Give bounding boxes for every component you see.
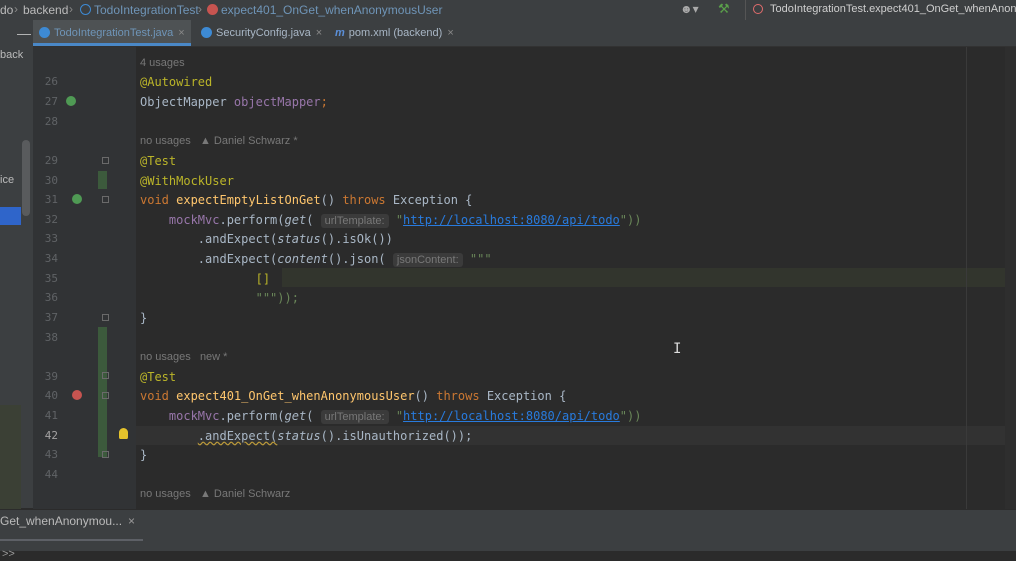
project-tree-selected-row[interactable] xyxy=(0,207,21,225)
editor-scrollbar[interactable] xyxy=(1005,47,1016,509)
line-number: 29 xyxy=(44,154,58,167)
breadcrumb-item-module[interactable]: backend xyxy=(23,3,68,17)
code-line-41[interactable]: mockMvc.perform(get( urlTemplate: "http:… xyxy=(140,408,641,424)
breadcrumb-item-method[interactable]: expect401_OnGet_whenAnonymousUser xyxy=(207,3,442,17)
code-line-30[interactable]: @WithMockUser xyxy=(140,173,234,189)
class-icon xyxy=(80,4,91,15)
code-line-40[interactable]: void expect401_OnGet_whenAnonymousUser()… xyxy=(140,388,566,404)
fold-icon[interactable] xyxy=(102,157,109,164)
breadcrumb-separator: › xyxy=(14,2,18,16)
line-number: 37 xyxy=(44,311,58,324)
line-number: 30 xyxy=(44,174,58,187)
fold-icon[interactable] xyxy=(102,196,109,203)
code-line-32[interactable]: mockMvc.perform(get( urlTemplate: "http:… xyxy=(140,212,641,228)
parameter-hint: jsonContent: xyxy=(392,253,463,267)
run-test-icon[interactable] xyxy=(72,194,82,204)
code-line-34[interactable]: .andExpect(content().json( jsonContent: … xyxy=(140,251,492,267)
project-tree-highlight xyxy=(0,405,21,515)
java-class-icon xyxy=(39,27,50,38)
line-number: 26 xyxy=(44,75,58,88)
code-line-26[interactable]: @Autowired xyxy=(140,74,212,90)
close-icon[interactable]: × xyxy=(128,514,135,528)
editor-tab-bar: TodoIntegrationTest.java × SecurityConfig… xyxy=(33,20,1016,47)
line-number: 38 xyxy=(44,331,58,344)
run-tool-window: Get_whenAnonymou... × >> xyxy=(0,509,1016,561)
author-icon: ▲ xyxy=(199,488,211,500)
fold-icon[interactable] xyxy=(102,392,109,399)
usage-hint[interactable]: 4 usages xyxy=(140,57,185,69)
line-number: 33 xyxy=(44,232,58,245)
fold-icon[interactable] xyxy=(102,314,109,321)
project-panel-label: back xyxy=(0,49,24,61)
code-line-27[interactable]: ObjectMapper objectMapper; xyxy=(140,94,328,110)
expand-icon[interactable]: >> xyxy=(2,548,15,560)
code-line-37[interactable]: } xyxy=(140,310,147,326)
line-number: 39 xyxy=(44,370,58,383)
run-tab[interactable]: Get_whenAnonymou... xyxy=(0,514,122,528)
fold-icon[interactable] xyxy=(102,372,109,379)
bean-navigation-icon[interactable] xyxy=(66,96,76,106)
parameter-hint: urlTemplate: xyxy=(320,410,389,424)
breadcrumb-item-class[interactable]: TodoIntegrationTest xyxy=(80,3,199,17)
line-number: 32 xyxy=(44,213,58,226)
close-icon[interactable]: × xyxy=(178,27,184,39)
code-line-39[interactable]: @Test xyxy=(140,369,176,385)
run-test-failed-icon[interactable] xyxy=(72,390,82,400)
right-margin-guide xyxy=(966,47,967,509)
usage-hint[interactable]: no usages ▲ Daniel Schwarz * xyxy=(140,135,298,147)
text-cursor-icon: I xyxy=(673,341,682,357)
code-line-42[interactable]: .andExpect(status().isUnauthorized()); xyxy=(140,428,473,444)
line-number: 31 xyxy=(44,193,58,206)
line-number: 34 xyxy=(44,252,58,265)
author-icon: ▲ xyxy=(199,135,211,147)
code-line-31[interactable]: void expectEmptyListOnGet() throws Excep… xyxy=(140,192,472,208)
run-tab-underline xyxy=(0,539,143,541)
line-number: 43 xyxy=(44,448,58,461)
tab-security-config[interactable]: SecurityConfig.java × xyxy=(201,20,322,46)
breadcrumb-separator: › xyxy=(198,2,202,16)
build-hammer-icon[interactable]: ⚒ xyxy=(718,1,730,17)
project-panel-scrollbar[interactable] xyxy=(22,140,30,216)
fold-icon[interactable] xyxy=(102,451,109,458)
code-line-35[interactable]: [] xyxy=(140,271,270,287)
vcs-change-marker[interactable] xyxy=(98,171,107,189)
usage-hint[interactable]: no usages ▲ Daniel Schwarz xyxy=(140,488,290,500)
close-icon[interactable]: × xyxy=(316,27,322,39)
line-number: 27 xyxy=(44,95,58,108)
run-configuration-selector[interactable]: TodoIntegrationTest.expect401_OnGet_when… xyxy=(745,0,1016,20)
breadcrumb-item-project[interactable]: do xyxy=(0,3,13,17)
code-line-29[interactable]: @Test xyxy=(140,153,176,169)
user-account-icon[interactable]: ☻▾ xyxy=(680,2,699,16)
line-number: 41 xyxy=(44,409,58,422)
lightbulb-icon[interactable] xyxy=(119,428,128,439)
test-config-icon xyxy=(753,4,763,14)
code-line-33[interactable]: .andExpect(status().isOk()) xyxy=(140,231,393,247)
line-number-current: 42 xyxy=(44,429,58,442)
line-number: 44 xyxy=(44,468,58,481)
line-number: 35 xyxy=(44,272,58,285)
line-number: 28 xyxy=(44,115,58,128)
code-line-36[interactable]: """)); xyxy=(140,290,299,306)
line-number: 40 xyxy=(44,389,58,402)
close-icon[interactable]: × xyxy=(447,27,453,39)
tab-pom-xml[interactable]: m pom.xml (backend) × xyxy=(335,20,454,46)
usage-hint[interactable]: no usages new * xyxy=(140,351,227,363)
maven-icon: m xyxy=(335,27,345,39)
method-icon xyxy=(207,4,218,15)
java-class-icon xyxy=(201,27,212,38)
breadcrumb-bar: do › backend › TodoIntegrationTest › exp… xyxy=(0,0,1016,21)
project-panel: back — ice xyxy=(0,20,34,515)
parameter-hint: urlTemplate: xyxy=(320,214,389,228)
breadcrumb-separator: › xyxy=(69,2,73,16)
json-injection-highlight xyxy=(282,268,1005,287)
code-line-43[interactable]: } xyxy=(140,447,147,463)
collapse-icon[interactable]: — xyxy=(17,25,31,41)
line-number: 36 xyxy=(44,291,58,304)
project-panel-label: ice xyxy=(0,174,15,186)
tab-todo-integration-test[interactable]: TodoIntegrationTest.java × xyxy=(33,20,191,46)
